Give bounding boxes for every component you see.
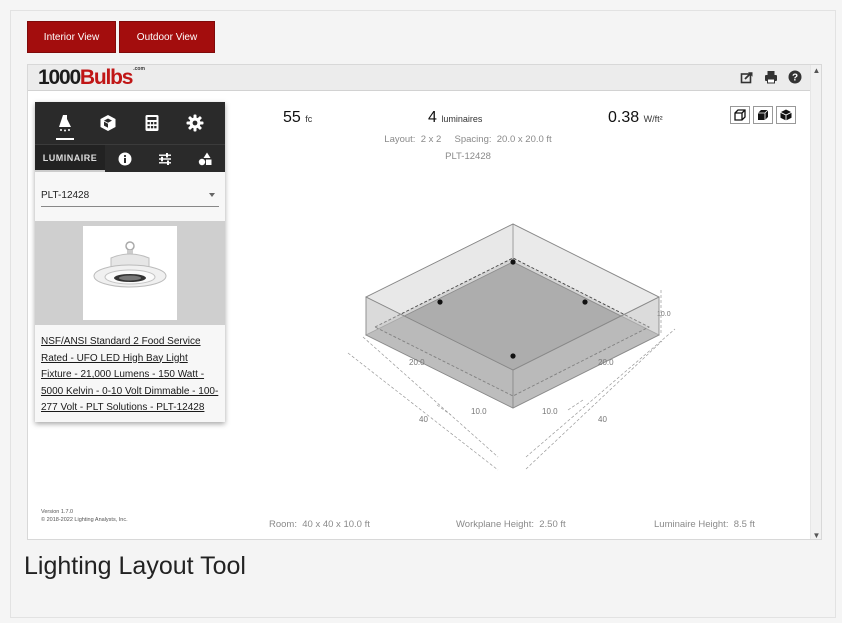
scroll-up-icon[interactable]: ▲ bbox=[812, 66, 821, 75]
luminaire-point[interactable] bbox=[510, 353, 516, 359]
height-label: 10.0 bbox=[657, 311, 671, 318]
view-tabs: Interior View Outdoor View bbox=[27, 21, 215, 53]
lighting-app: 1000Bulbs.com ? ▲ ▼ LUMINAIRE PLT-12428 … bbox=[27, 64, 822, 540]
page-caption: Lighting Layout Tool bbox=[24, 552, 246, 580]
width-outer-label: 40 bbox=[598, 415, 607, 424]
version-info: Version 1.7.0 © 2018-2022 Lighting Analy… bbox=[41, 509, 128, 523]
room-dimensions-text: Room: 40 x 40 x 10.0 ft bbox=[269, 519, 370, 530]
workplane-height-text: Workplane Height: 2.50 ft bbox=[456, 519, 566, 530]
length-outer-label: 40 bbox=[419, 415, 428, 424]
luminaire-point[interactable] bbox=[437, 299, 443, 305]
interior-view-tab[interactable]: Interior View bbox=[27, 21, 116, 53]
luminaire-point[interactable] bbox=[510, 259, 516, 265]
width-inner-label: 20.0 bbox=[598, 358, 614, 367]
luminaire-height-text: Luminaire Height: 8.5 ft bbox=[654, 519, 755, 530]
length-inner-label: 20.0 bbox=[409, 358, 425, 367]
scroll-down-icon[interactable]: ▼ bbox=[812, 531, 821, 539]
luminaire-point[interactable] bbox=[582, 299, 588, 305]
room-3d-view[interactable]: 20.0 20.0 40 40 10.0 10.0 10.0 bbox=[28, 65, 812, 540]
outdoor-view-tab[interactable]: Outdoor View bbox=[119, 21, 215, 53]
half-left-label: 10.0 bbox=[471, 407, 487, 416]
half-right-label: 10.0 bbox=[542, 407, 558, 416]
